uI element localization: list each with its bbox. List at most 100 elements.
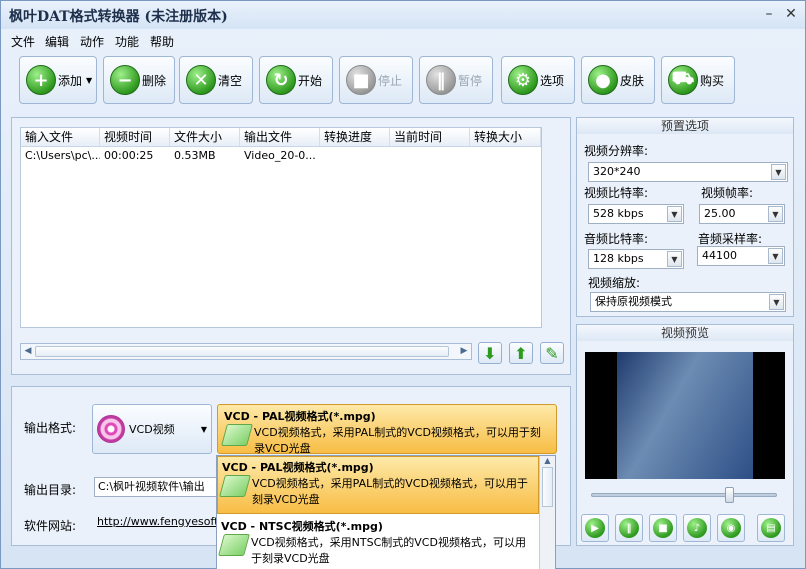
clear-button[interactable]: ✕ 清空 bbox=[179, 56, 253, 104]
add-label: 添加 bbox=[58, 73, 83, 88]
folder-icon: ▤ bbox=[761, 518, 781, 538]
audio-bitrate-select[interactable]: 128 kbps ▼ bbox=[588, 249, 684, 269]
menu-edit[interactable]: 编辑 bbox=[45, 33, 69, 50]
resolution-select[interactable]: 320*240 ▼ bbox=[588, 162, 788, 182]
video-frame bbox=[617, 352, 753, 479]
refresh-icon: ↻ bbox=[266, 65, 296, 95]
website-label: 软件网站: bbox=[24, 519, 77, 533]
scroll-left-icon[interactable]: ◀ bbox=[21, 344, 35, 359]
scroll-thumb[interactable] bbox=[542, 467, 553, 507]
minimize-button[interactable]: – bbox=[759, 5, 779, 23]
chevron-down-icon[interactable]: ▼ bbox=[768, 206, 783, 222]
chevron-down-icon[interactable]: ▼ bbox=[769, 294, 784, 310]
scroll-thumb[interactable] bbox=[35, 346, 449, 357]
dropdown-scrollbar[interactable]: ▲ bbox=[539, 456, 555, 569]
options-label: 选项 bbox=[540, 73, 565, 88]
format-select-title: VCD - PAL视频格式(*.mpg) bbox=[224, 410, 376, 423]
skin-label: 皮肤 bbox=[620, 73, 645, 88]
format-dropdown-list[interactable]: VCD - PAL视频格式(*.mpg) VCD视频格式，采用PAL制式的VCD… bbox=[216, 455, 556, 569]
file-list[interactable]: 输入文件 视频时间 文件大小 输出文件 转换进度 当前时间 转换大小 C:\Us… bbox=[20, 127, 542, 328]
cell-output-file: Video_20-0... bbox=[244, 149, 316, 162]
stop-button[interactable]: ■ 停止 bbox=[339, 56, 413, 104]
delete-button[interactable]: − 删除 bbox=[103, 56, 175, 104]
buy-button[interactable]: ⛟ 购买 bbox=[661, 56, 735, 104]
chevron-down-icon[interactable]: ▼ bbox=[667, 251, 682, 267]
dropdown-option-pal[interactable]: VCD - PAL视频格式(*.mpg) VCD视频格式，采用PAL制式的VCD… bbox=[217, 456, 539, 514]
chevron-down-icon: ▼ bbox=[200, 424, 207, 434]
menu-function[interactable]: 功能 bbox=[115, 33, 139, 50]
menu-action[interactable]: 动作 bbox=[80, 33, 104, 50]
audio-samplerate-value: 44100 bbox=[702, 249, 737, 262]
pause-button[interactable]: ‖ 暂停 bbox=[419, 56, 493, 104]
table-row[interactable]: C:\Users\pc\... 00:00:25 0.53MB Video_20… bbox=[21, 147, 541, 165]
col-converted-size[interactable]: 转换大小 bbox=[470, 128, 541, 146]
scroll-up-icon[interactable]: ▲ bbox=[540, 456, 555, 465]
buy-label: 购买 bbox=[700, 73, 725, 88]
video-preview bbox=[585, 352, 785, 479]
file-list-panel: 输入文件 视频时间 文件大小 输出文件 转换进度 当前时间 转换大小 C:\Us… bbox=[11, 117, 571, 375]
video-scale-select[interactable]: 保持原视频模式 ▼ bbox=[590, 292, 786, 312]
stop-label: 停止 bbox=[378, 73, 403, 88]
col-output-file[interactable]: 输出文件 bbox=[240, 128, 320, 146]
col-video-time[interactable]: 视频时间 bbox=[100, 128, 170, 146]
horizontal-scrollbar[interactable]: ◀ ▶ bbox=[20, 343, 472, 360]
pause-icon: ‖ bbox=[426, 65, 456, 95]
title-bar: 枫叶DAT格式转换器 (未注册版本) – ✕ bbox=[1, 1, 805, 29]
close-button[interactable]: ✕ bbox=[781, 5, 801, 23]
mute-button[interactable]: ♪ bbox=[683, 514, 711, 542]
col-progress[interactable]: 转换进度 bbox=[320, 128, 390, 146]
option-title: VCD - NTSC视频格式(*.mpg) bbox=[221, 520, 383, 533]
fps-select[interactable]: 25.00 ▼ bbox=[699, 204, 785, 224]
fps-label: 视频帧率: bbox=[701, 186, 754, 200]
chevron-down-icon[interactable]: ▼ bbox=[667, 206, 682, 222]
window-title: 枫叶DAT格式转换器 (未注册版本) bbox=[9, 9, 228, 25]
play-button[interactable]: ▶ bbox=[581, 514, 609, 542]
move-up-button[interactable]: ⬆ bbox=[509, 342, 533, 364]
format-category-value: VCD视频 bbox=[129, 423, 175, 436]
format-select[interactable]: VCD - PAL视频格式(*.mpg) VCD视频格式，采用PAL制式的VCD… bbox=[217, 404, 557, 455]
edit-button[interactable]: ✎ bbox=[540, 342, 564, 364]
cell-file-size: 0.53MB bbox=[174, 149, 216, 162]
camera-icon: ◉ bbox=[721, 518, 741, 538]
output-dir-input[interactable]: C:\枫叶视频软件\输出 bbox=[94, 477, 222, 497]
chevron-down-icon[interactable]: ▼ bbox=[771, 164, 786, 180]
video-bitrate-select[interactable]: 528 kbps ▼ bbox=[588, 204, 684, 224]
format-icon bbox=[221, 424, 253, 446]
col-input-file[interactable]: 输入文件 bbox=[21, 128, 100, 146]
website-link[interactable]: http://www.fengyesoft.c bbox=[97, 515, 228, 528]
start-button[interactable]: ↻ 开始 bbox=[259, 56, 333, 104]
stop-preview-button[interactable]: ■ bbox=[649, 514, 677, 542]
cell-converted-size bbox=[470, 147, 541, 165]
snapshot-button[interactable]: ◉ bbox=[717, 514, 745, 542]
pause-label: 暂停 bbox=[458, 73, 483, 88]
app-window: 枫叶DAT格式转换器 (未注册版本) – ✕ 文件 编辑 动作 功能 帮助 + … bbox=[0, 0, 806, 569]
dropdown-option-ntsc[interactable]: VCD - NTSC视频格式(*.mpg) VCD视频格式，采用NTSC制式的V… bbox=[217, 516, 539, 569]
cell-progress bbox=[320, 147, 390, 165]
format-category-select[interactable]: VCD视频 ▼ bbox=[92, 404, 212, 454]
options-icon: ⚙ bbox=[508, 65, 538, 95]
cell-input-file: C:\Users\pc\... bbox=[25, 149, 100, 162]
options-button[interactable]: ⚙ 选项 bbox=[501, 56, 575, 104]
audio-samplerate-select[interactable]: 44100 ▼ bbox=[697, 246, 785, 266]
minus-icon: − bbox=[110, 65, 140, 95]
option-title: VCD - PAL视频格式(*.mpg) bbox=[222, 461, 374, 474]
menu-file[interactable]: 文件 bbox=[11, 33, 35, 50]
col-file-size[interactable]: 文件大小 bbox=[170, 128, 240, 146]
move-down-button[interactable]: ⬇ bbox=[478, 342, 502, 364]
col-current-time[interactable]: 当前时间 bbox=[390, 128, 470, 146]
speaker-icon: ♪ bbox=[687, 518, 707, 538]
seek-handle[interactable] bbox=[725, 487, 734, 503]
folder-button[interactable]: ▤ bbox=[757, 514, 785, 542]
scroll-right-icon[interactable]: ▶ bbox=[457, 344, 471, 359]
start-label: 开始 bbox=[298, 73, 323, 88]
video-bitrate-value: 528 kbps bbox=[593, 207, 644, 220]
add-button[interactable]: + 添加 ▼ bbox=[19, 56, 97, 104]
video-bitrate-label: 视频比特率: bbox=[584, 186, 649, 200]
menu-help[interactable]: 帮助 bbox=[150, 33, 174, 50]
preset-panel: 预置选项 视频分辨率: 320*240 ▼ 视频比特率: 视频帧率: 528 k… bbox=[576, 117, 794, 317]
delete-label: 删除 bbox=[142, 73, 167, 88]
chevron-down-icon[interactable]: ▼ bbox=[768, 248, 783, 264]
pause-preview-button[interactable]: ‖ bbox=[615, 514, 643, 542]
seek-slider[interactable] bbox=[591, 493, 777, 497]
skin-button[interactable]: ● 皮肤 bbox=[581, 56, 655, 104]
